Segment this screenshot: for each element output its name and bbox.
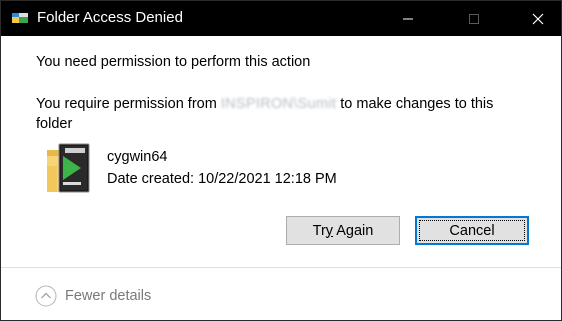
minimize-icon bbox=[403, 18, 413, 19]
window-title: Folder Access Denied bbox=[37, 9, 183, 26]
details-footer: Fewer details bbox=[1, 267, 561, 320]
message-prefix: You require permission from bbox=[36, 96, 221, 112]
try-again-label: Try Again bbox=[312, 222, 374, 239]
fewer-details-toggle[interactable]: Fewer details bbox=[35, 285, 151, 307]
folder-permission-icon bbox=[12, 11, 28, 25]
folder-name: cygwin64 bbox=[107, 149, 168, 165]
owner-account: INSPIRON\Sumit bbox=[220, 96, 337, 112]
minimize-button[interactable] bbox=[385, 1, 431, 36]
folder-date-created: Date created: 10/22/2021 12:18 PM bbox=[107, 171, 337, 187]
try-again-button[interactable]: Try Again bbox=[286, 216, 400, 245]
permission-message: You require permission from INSPIRON\Sum… bbox=[36, 94, 526, 134]
cancel-label: Cancel bbox=[449, 222, 495, 239]
cygwin-folder-icon bbox=[45, 142, 93, 198]
permission-heading: You need permission to perform this acti… bbox=[36, 54, 311, 70]
cancel-button[interactable]: Cancel bbox=[415, 216, 529, 245]
close-button[interactable] bbox=[515, 1, 561, 36]
maximize-button bbox=[451, 1, 497, 36]
dialog-window: Folder Access Denied You need permission… bbox=[0, 0, 562, 321]
title-bar[interactable]: Folder Access Denied bbox=[1, 1, 561, 36]
chevron-up-icon bbox=[35, 285, 57, 307]
fewer-details-label: Fewer details bbox=[65, 288, 152, 304]
close-icon bbox=[532, 13, 544, 24]
maximize-icon bbox=[469, 13, 479, 24]
